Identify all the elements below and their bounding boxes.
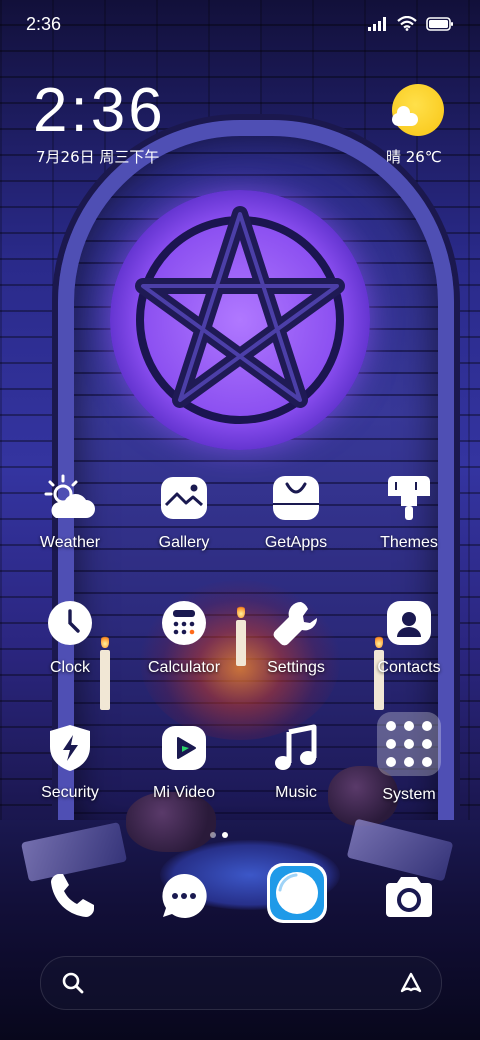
phone-icon[interactable] <box>44 868 100 924</box>
weather-icon <box>44 472 96 524</box>
app-system-folder[interactable]: System <box>359 712 459 804</box>
app-label: Settings <box>267 659 325 676</box>
app-themes[interactable]: Themes <box>359 472 459 552</box>
page-indicator[interactable] <box>210 832 228 838</box>
mi-video-icon <box>158 722 210 774</box>
app-calculator[interactable]: Calculator <box>134 597 234 677</box>
themes-icon <box>383 472 435 524</box>
app-label: Security <box>41 784 99 801</box>
getapps-icon <box>270 472 322 524</box>
wallpaper-pentagram-sigil <box>110 190 370 450</box>
messages-icon[interactable] <box>156 868 212 924</box>
app-contacts[interactable]: Contacts <box>359 597 459 677</box>
wallpaper-candle <box>236 604 246 666</box>
app-label: Calculator <box>147 659 221 676</box>
settings-icon <box>270 597 322 649</box>
signal-icon <box>368 16 388 35</box>
calculator-icon <box>158 597 210 649</box>
app-label: Themes <box>380 534 438 551</box>
app-label: Clock <box>49 659 90 676</box>
wifi-icon <box>397 15 417 35</box>
app-clock[interactable]: Clock <box>20 597 120 677</box>
page-dot <box>210 832 216 838</box>
search-icon[interactable] <box>61 971 85 999</box>
music-icon <box>270 722 322 774</box>
security-icon <box>44 722 96 774</box>
folder-icon <box>377 712 441 776</box>
app-label: GetApps <box>264 534 328 551</box>
app-weather[interactable]: Weather <box>20 472 120 552</box>
battery-icon <box>426 16 454 35</box>
app-label: Contacts <box>377 659 441 676</box>
gallery-icon <box>158 472 210 524</box>
clock-widget-date[interactable]: 7月26日 周三下午 <box>36 146 159 167</box>
status-bar: 2:36 <box>0 0 480 50</box>
app-gallery[interactable]: Gallery <box>134 472 234 552</box>
status-time: 2:36 <box>26 14 62 34</box>
search-bar[interactable] <box>40 956 442 1010</box>
page-dot-active <box>222 832 228 838</box>
app-security[interactable]: Security <box>20 722 120 802</box>
browser-icon[interactable] <box>266 862 328 924</box>
cloud-icon <box>392 106 418 126</box>
app-settings[interactable]: Settings <box>246 597 346 677</box>
app-label: Music <box>275 784 317 801</box>
camera-icon[interactable] <box>381 868 437 924</box>
app-label: Gallery <box>158 534 210 551</box>
app-label: Weather <box>39 534 101 551</box>
app-music[interactable]: Music <box>246 722 346 802</box>
app-label: Mi Video <box>153 784 215 801</box>
clock-icon <box>44 597 96 649</box>
app-mi-video[interactable]: Mi Video <box>134 722 234 802</box>
assistant-icon[interactable] <box>399 971 423 999</box>
contacts-icon <box>383 597 435 649</box>
clock-widget-time[interactable]: 2:36 <box>33 78 166 144</box>
weather-widget-text: 晴 26℃ <box>386 148 442 166</box>
app-label: System <box>382 786 436 803</box>
app-getapps[interactable]: GetApps <box>246 472 346 552</box>
